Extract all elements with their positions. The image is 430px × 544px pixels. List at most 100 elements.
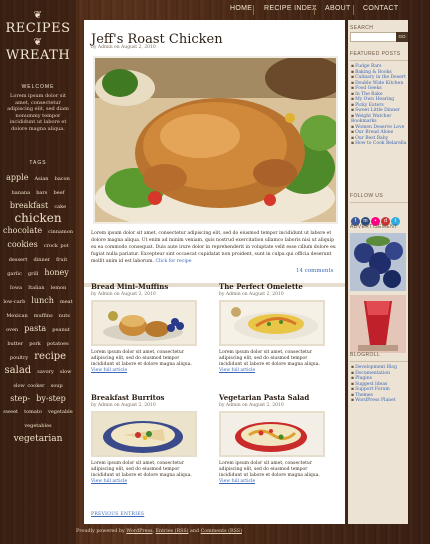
tag-link[interactable]: slow cooker [13, 383, 44, 389]
tag-link[interactable]: dessert [9, 257, 28, 263]
footer-and: and [190, 529, 200, 534]
card-excerpt: Lorem ipsum dolor sit amet, consectetur … [219, 350, 329, 374]
tag-link[interactable]: grill [28, 271, 38, 277]
tag-link[interactable]: butter [7, 341, 23, 347]
previous-entries-link[interactable]: PREVIOUS ENTRIES [91, 512, 144, 517]
blogroll-title: BLOGROLL [350, 352, 381, 358]
tag-link[interactable]: vegetable [48, 409, 73, 415]
tag-link[interactable]: salad [5, 365, 32, 376]
pasta-salad-illustration [221, 413, 323, 455]
rule [350, 202, 408, 203]
search-input[interactable] [350, 32, 397, 42]
tag-link[interactable]: vegetables [24, 423, 51, 429]
tag-link[interactable]: poultry [10, 355, 28, 361]
blogroll-list: Development BlogDocumentationPluginsSugg… [348, 365, 410, 404]
tag-link[interactable]: slow [60, 369, 71, 375]
rule [350, 60, 408, 61]
card-title[interactable]: Vegetarian Pasta Salad [219, 393, 339, 402]
featured-post-link[interactable]: How to Cook Belarella [351, 141, 410, 147]
muffins-image[interactable] [91, 300, 197, 346]
tag-link[interactable]: beef [53, 190, 64, 196]
card-excerpt-text: Lorem ipsum dolor sit amet, consectetur … [219, 350, 320, 367]
wordpress-link[interactable]: WordPress [126, 529, 152, 534]
tag-link[interactable]: nuts [59, 313, 70, 319]
entries-rss-link[interactable]: Entries (RSS) [155, 529, 188, 534]
advertisement-image-drink[interactable] [350, 295, 406, 353]
logo[interactable]: ❦ RECIPES ❦ WREATH [0, 8, 76, 62]
tag-link[interactable]: fruit [56, 257, 67, 263]
tag-link[interactable]: honey [44, 268, 68, 277]
omelette-illustration [221, 302, 323, 344]
nav-home[interactable]: HOME [230, 5, 252, 12]
tag-link[interactable]: step- [10, 394, 30, 403]
omelette-image[interactable] [219, 300, 325, 346]
tag-link[interactable]: bacon [55, 176, 70, 182]
tag-link[interactable]: apple [6, 173, 28, 182]
view-article-link[interactable]: View full article [219, 368, 255, 373]
tag-link[interactable]: low-carb [3, 299, 25, 305]
tag-link[interactable]: sweet [3, 409, 18, 415]
tag-link[interactable]: tomato [24, 409, 42, 415]
read-more-link[interactable]: Click for recipe [155, 259, 191, 264]
tag-link[interactable]: Mexican [6, 313, 28, 319]
search-go-button[interactable]: GO [396, 32, 408, 42]
comments-rss-link[interactable]: Comments (RSS) [201, 529, 242, 534]
card-title[interactable]: Breakfast Burritos [91, 393, 211, 402]
tag-link[interactable]: vegetarian [14, 434, 63, 444]
pasta-salad-image[interactable] [219, 411, 325, 457]
featured-post-link[interactable]: Weight Watcher Bookmarks [351, 114, 410, 125]
tag-link[interactable]: banana [12, 190, 31, 196]
tag-link[interactable]: cookies [7, 240, 37, 249]
roast-chicken-image[interactable] [93, 56, 338, 224]
tag-link[interactable]: Italian [28, 285, 44, 291]
tag-link[interactable]: garlic [7, 271, 22, 277]
tag-link[interactable]: crock pot [44, 243, 69, 249]
tag-link[interactable]: Asian [35, 176, 49, 182]
blogroll-link[interactable]: WordPress Planet [351, 398, 410, 404]
tag-link[interactable]: potatoes [47, 341, 69, 347]
nav-contact[interactable]: CONTACT [363, 5, 398, 12]
view-article-link[interactable]: View full article [91, 479, 127, 484]
tag-link[interactable]: meat [60, 299, 73, 305]
top-nav: HOME RECIPE INDEX ABOUT CONTACT [226, 5, 430, 17]
card-excerpt-text: Lorem ipsum dolor sit amet, consectetur … [91, 350, 192, 367]
featured-title: FEATURED POSTS [350, 51, 401, 57]
tag-link[interactable]: muffins [34, 313, 53, 319]
featured-posts: FEATURED POSTS Fudge BarsBaking & BooksC… [348, 51, 410, 147]
drink-illustration [350, 295, 406, 353]
tag-link[interactable]: pasta [24, 324, 46, 333]
tag-link[interactable]: breakfast [10, 201, 48, 210]
tag-link[interactable]: Iowa [10, 285, 22, 291]
tag-link[interactable]: cake [54, 204, 66, 210]
tag-link[interactable]: lunch [31, 296, 54, 305]
card-meta: by Admin on August 2, 2010 [91, 403, 156, 408]
tag-link[interactable]: pork [29, 341, 41, 347]
burritos-image[interactable] [91, 411, 197, 457]
view-article-link[interactable]: View full article [91, 368, 127, 373]
nav-separator [253, 5, 254, 15]
tag-link[interactable]: oven [6, 327, 18, 333]
tag-link[interactable]: bars [36, 190, 47, 196]
nav-recipe-index[interactable]: RECIPE INDEX [264, 5, 317, 12]
card-title[interactable]: Bread Mini-Muffins [91, 282, 211, 291]
nav-about[interactable]: ABOUT [325, 5, 351, 12]
comments-link[interactable]: 14 comments [296, 268, 333, 274]
tag-link[interactable]: peanut [52, 327, 70, 333]
tag-link[interactable]: by-step [36, 394, 66, 403]
search-title: SEARCH [350, 25, 374, 31]
view-article-link[interactable]: View full article [219, 479, 255, 484]
advertisement-image-berries[interactable] [350, 233, 406, 291]
tag-link[interactable]: savory [37, 369, 54, 375]
page: ❦ RECIPES ❦ WREATH WELCOME Lorem ipsum d… [0, 0, 430, 544]
card-title[interactable]: The Perfect Omelette [219, 282, 339, 291]
tag-link[interactable]: lemon [51, 285, 67, 291]
main-content: Jeff's Roast Chicken by Admin on August … [84, 20, 345, 524]
featured-post-link[interactable]: Culinary in the Desert [351, 75, 410, 81]
tag-link[interactable]: recipe [34, 351, 66, 362]
tag-link[interactable]: chicken [14, 211, 61, 225]
tag-link[interactable]: cinnamon [48, 229, 73, 235]
tag-link[interactable]: chocolate [3, 226, 42, 235]
post-meta: by Admin on August 2, 2010 [91, 45, 156, 50]
tag-link[interactable]: dinner [33, 257, 50, 263]
tag-link[interactable]: soup [51, 383, 63, 389]
